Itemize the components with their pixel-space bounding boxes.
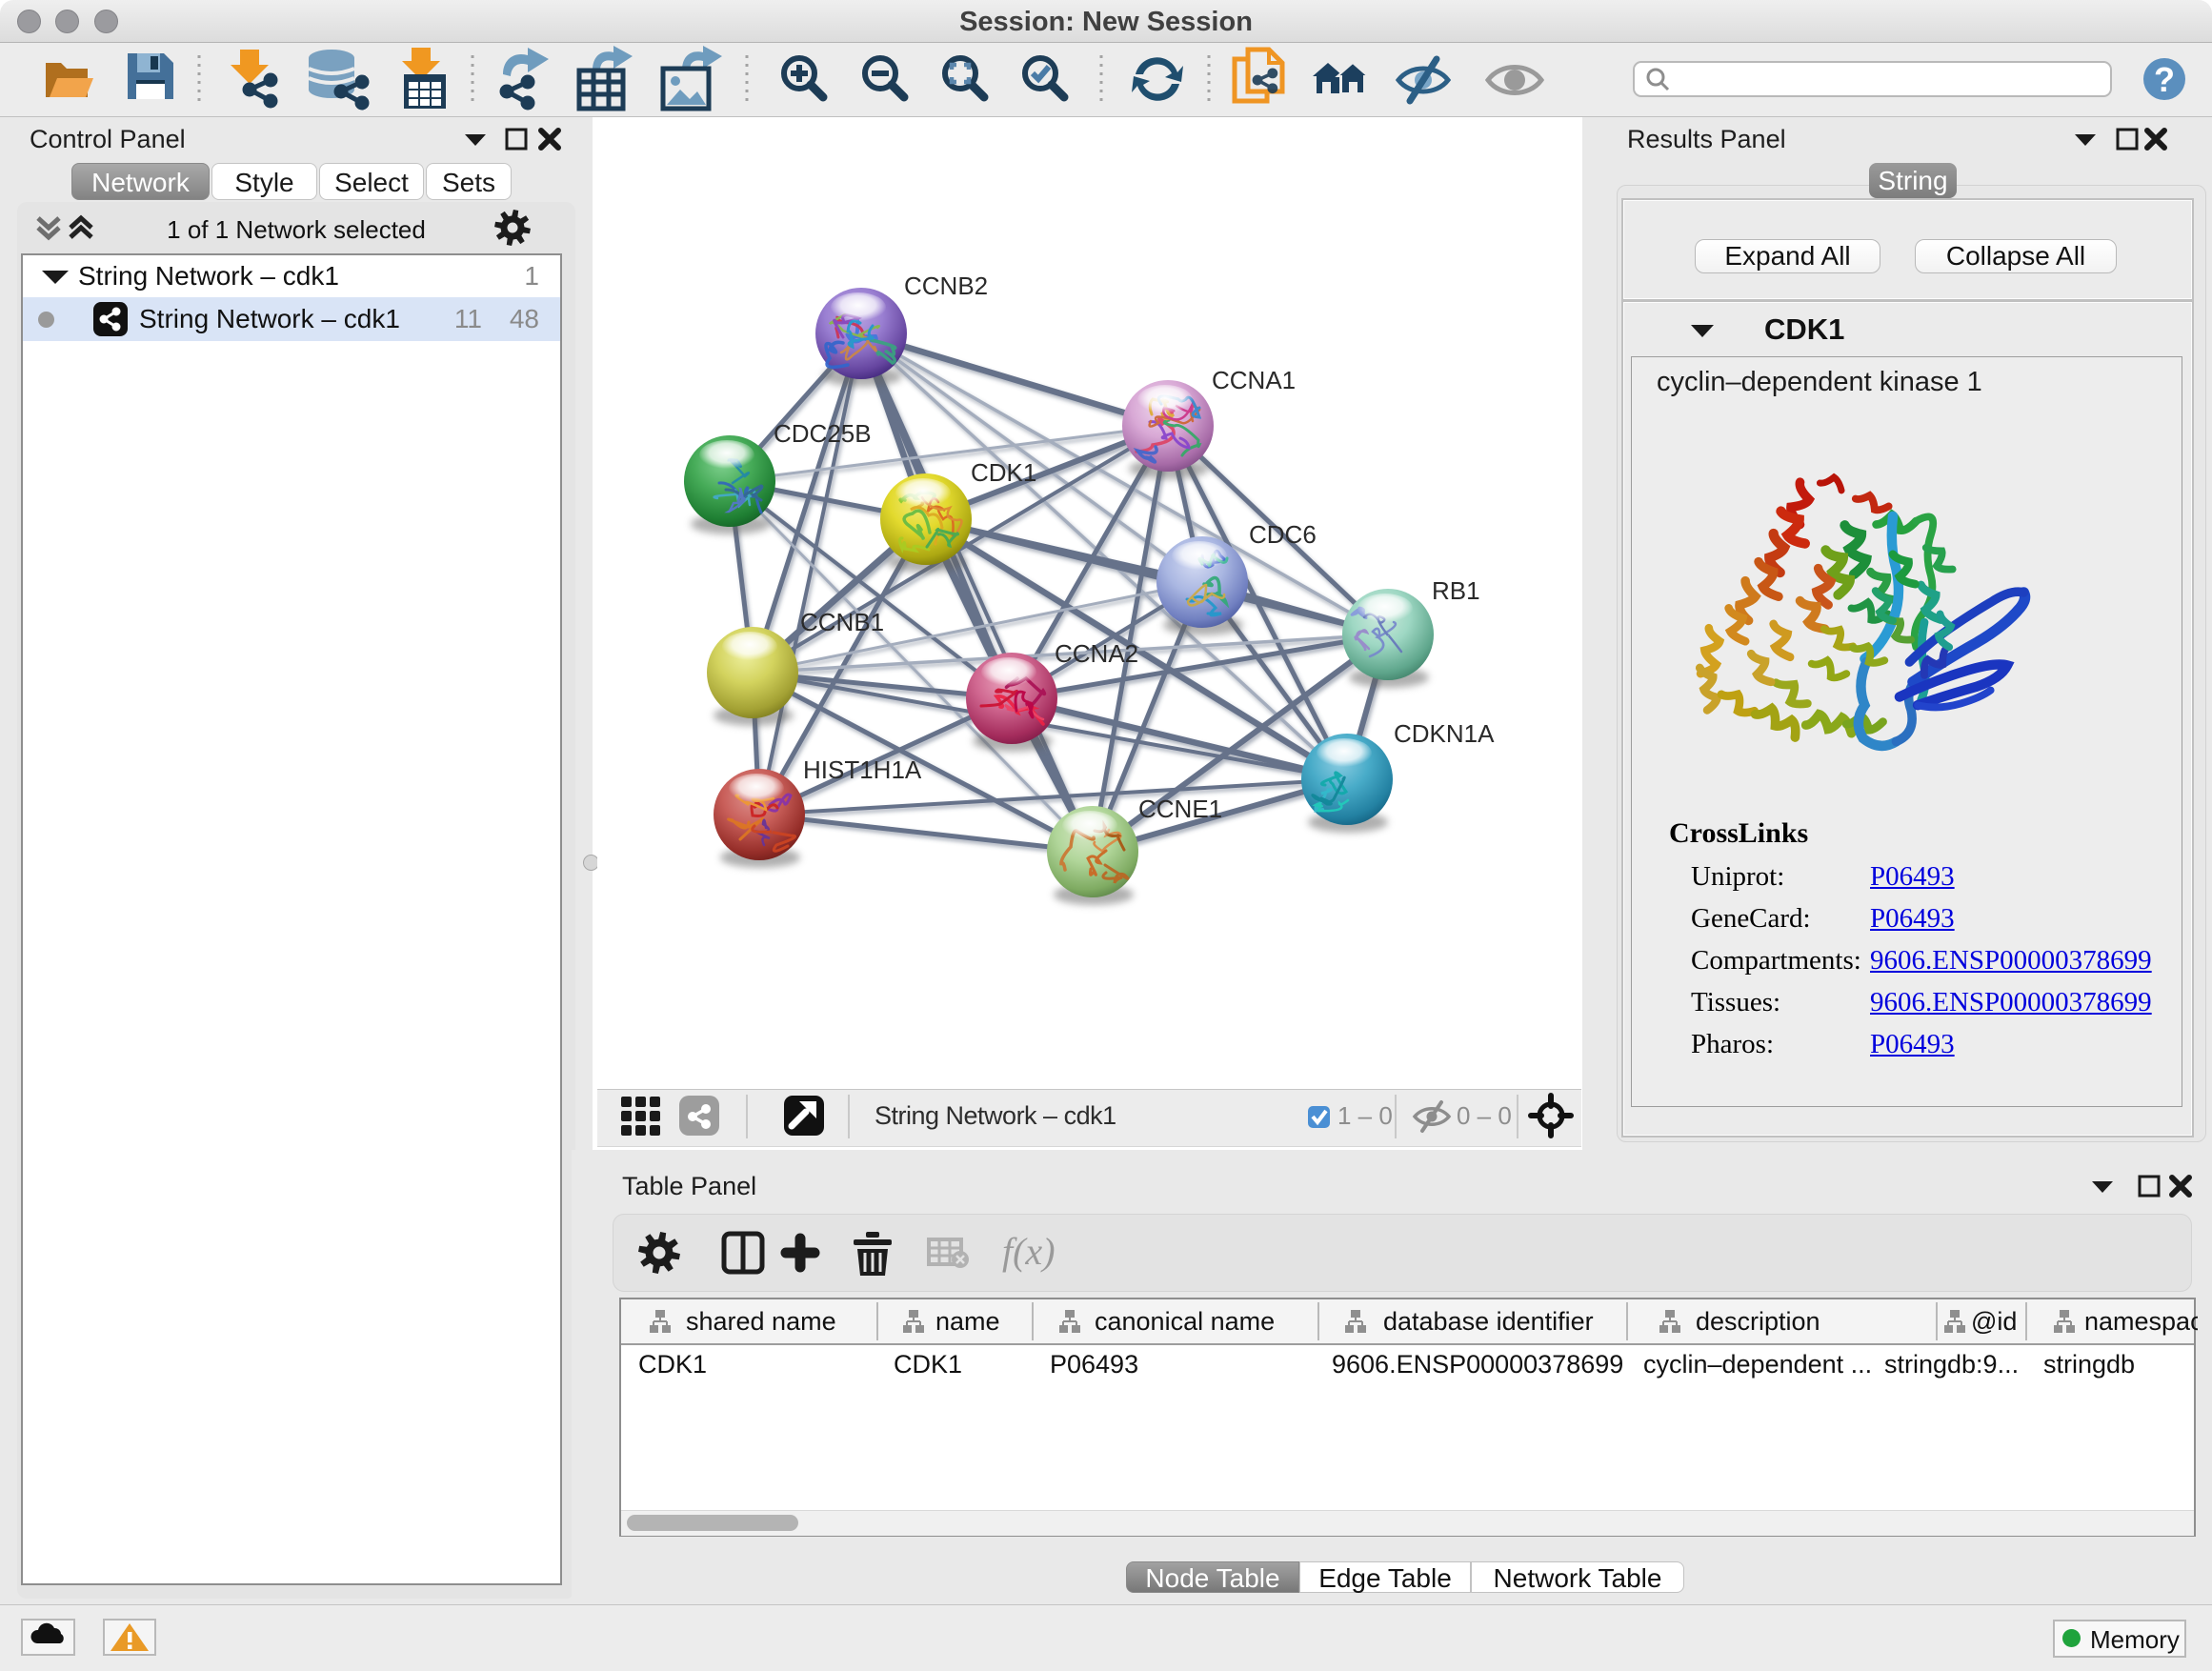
svg-text:namespace: namespace [2084,1307,2198,1336]
svg-text:CCNA1: CCNA1 [1212,366,1296,394]
svg-text:CDC25B: CDC25B [774,419,872,448]
svg-text:CDC6: CDC6 [1249,520,1317,549]
svg-text:CCNB2: CCNB2 [904,272,988,300]
svg-text:description: description [1696,1307,1820,1336]
svg-text:canonical name: canonical name [1095,1307,1275,1336]
svg-text:database identifier: database identifier [1383,1307,1594,1336]
svg-text:RB1: RB1 [1432,576,1480,605]
svg-text:CCNB1: CCNB1 [800,608,884,636]
svg-text:1 – 0: 1 – 0 [1337,1101,1393,1130]
svg-text:CDK1: CDK1 [971,458,1036,487]
svg-text:?: ? [2154,60,2175,99]
svg-text:CCNE1: CCNE1 [1138,795,1222,823]
svg-text:shared name: shared name [686,1307,836,1336]
svg-text:String Network – cdk1: String Network – cdk1 [875,1101,1116,1130]
svg-text:0 – 0: 0 – 0 [1457,1101,1512,1130]
svg-text:HIST1H1A: HIST1H1A [803,755,922,784]
svg-text:name: name [935,1307,1000,1336]
svg-text:@id: @id [1971,1307,2017,1336]
svg-text:CCNA2: CCNA2 [1055,639,1138,668]
svg-text:CDKN1A: CDKN1A [1394,719,1495,748]
svg-text:f(x): f(x) [1002,1230,1056,1273]
